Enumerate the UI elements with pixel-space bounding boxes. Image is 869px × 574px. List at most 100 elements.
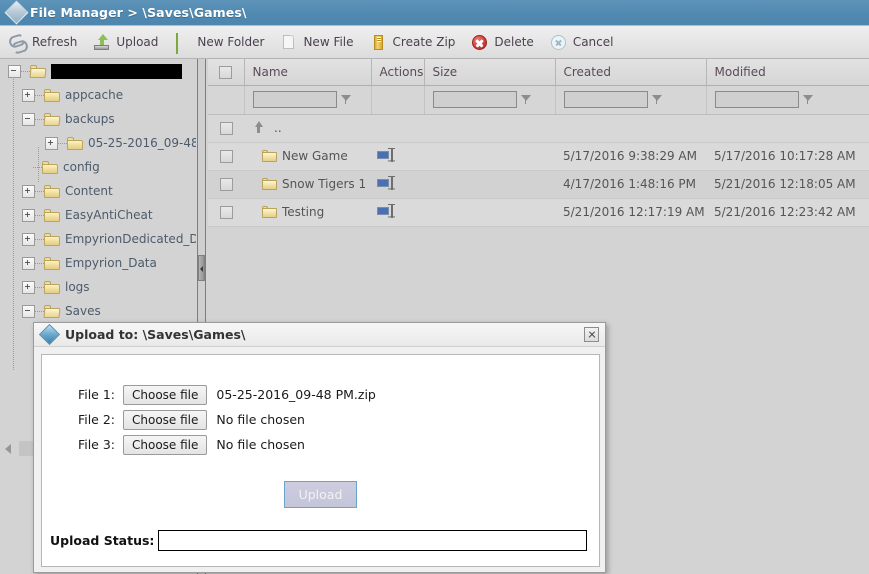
- file-3-label: File 3:: [77, 437, 115, 452]
- filter-cell-created: [555, 85, 707, 115]
- close-icon[interactable]: [584, 327, 599, 342]
- tree-dotted-connector: [35, 310, 44, 312]
- delete-label: Delete: [494, 35, 534, 49]
- upload-status-input[interactable]: [158, 530, 587, 551]
- folder-open-icon: [43, 112, 61, 126]
- column-header-modified[interactable]: Modified: [706, 59, 869, 86]
- row-checkbox[interactable]: [219, 206, 233, 219]
- new-folder-button[interactable]: New Folder: [174, 30, 264, 54]
- tree-item-content[interactable]: Content: [0, 179, 196, 203]
- row-select-cell[interactable]: [208, 142, 244, 171]
- new-folder-icon: [174, 32, 191, 54]
- tree-toggle-empyrion-data[interactable]: [22, 256, 35, 270]
- row-name-cell[interactable]: Snow Tigers 1: [244, 170, 371, 199]
- delete-button[interactable]: Delete: [471, 30, 534, 54]
- table-row[interactable]: Testing 5/21/2016 12:17:19 AM 5/21/2016 …: [208, 198, 869, 227]
- row-select-cell[interactable]: [208, 170, 244, 199]
- dialog-body: File 1: Choose file 05-25-2016_09-48 PM.…: [41, 354, 600, 567]
- row-actions-cell[interactable]: [371, 170, 424, 199]
- choose-file-button-2[interactable]: Choose file: [123, 409, 208, 430]
- row-size-cell: [424, 198, 555, 227]
- row-checkbox[interactable]: [219, 122, 233, 135]
- choose-file-button-3[interactable]: Choose file: [123, 434, 208, 455]
- tree-item-empyriondedicated-data[interactable]: EmpyrionDedicated_Data: [0, 227, 196, 251]
- upload-button[interactable]: Upload: [93, 30, 158, 54]
- row-name-cell[interactable]: Testing: [244, 198, 371, 227]
- filter-input-modified[interactable]: [714, 91, 799, 108]
- filter-funnel-icon[interactable]: [802, 94, 814, 105]
- tree-toggle-empyriondedicated-data[interactable]: [22, 232, 35, 246]
- tree-item-empyrion-data[interactable]: Empyrion_Data: [0, 251, 196, 275]
- cancel-icon: [550, 34, 567, 51]
- filter-cell-size: [424, 85, 556, 115]
- rename-icon[interactable]: [377, 147, 395, 162]
- refresh-button[interactable]: Refresh: [9, 30, 77, 54]
- tree-toggle-appcache[interactable]: [22, 88, 35, 102]
- row-name-cell[interactable]: New Game: [244, 142, 371, 171]
- table-row[interactable]: Snow Tigers 1 4/17/2016 1:48:16 PM 5/21/…: [208, 170, 869, 199]
- refresh-icon: [9, 34, 26, 51]
- tree-toggle-backups[interactable]: [22, 112, 35, 126]
- cancel-button[interactable]: Cancel: [550, 30, 613, 54]
- tree-dotted-connector: [35, 238, 44, 240]
- row-actions-cell[interactable]: [371, 142, 424, 171]
- rename-icon[interactable]: [377, 203, 395, 218]
- rename-icon[interactable]: [377, 175, 395, 190]
- row-checkbox[interactable]: [219, 150, 233, 163]
- tree-item-appcache[interactable]: appcache: [0, 83, 196, 107]
- filter-funnel-icon[interactable]: [520, 94, 532, 105]
- filter-funnel-icon[interactable]: [340, 94, 352, 105]
- tree-item-saves[interactable]: Saves: [0, 299, 196, 323]
- tree-toggle-easyanticheat[interactable]: [22, 208, 35, 222]
- scroll-left-arrow-icon[interactable]: [5, 444, 11, 454]
- tree-dotted-connector: [21, 70, 30, 72]
- parent-name-cell[interactable]: ..: [244, 114, 371, 143]
- row-checkbox[interactable]: [219, 178, 233, 191]
- column-header-size[interactable]: Size: [424, 59, 556, 86]
- column-header-actions[interactable]: Actions: [371, 59, 425, 86]
- file-3-name: No file chosen: [216, 437, 305, 452]
- column-header-name[interactable]: Name: [244, 59, 372, 86]
- parent-directory-row[interactable]: ..: [208, 114, 869, 143]
- tree-toggle-backup-dated[interactable]: [45, 136, 58, 150]
- tree-item-label: Content: [65, 184, 113, 198]
- splitter-collapse-handle[interactable]: [198, 255, 205, 281]
- filter-input-created[interactable]: [563, 91, 648, 108]
- dialog-title-bar[interactable]: Upload to: \Saves\Games\: [34, 323, 605, 347]
- filter-input-name[interactable]: [252, 91, 337, 108]
- column-header-created[interactable]: Created: [555, 59, 707, 86]
- tree-toggle-root[interactable]: [8, 64, 21, 78]
- tree-item-config[interactable]: config: [0, 155, 196, 179]
- row-created-cell: 4/17/2016 1:48:16 PM: [555, 170, 706, 199]
- app-logo-diamond-icon: [4, 0, 29, 25]
- filter-input-size[interactable]: [432, 91, 517, 108]
- choose-file-button-1[interactable]: Choose file: [123, 384, 208, 405]
- table-row[interactable]: New Game 5/17/2016 9:38:29 AM 5/17/2016 …: [208, 142, 869, 171]
- tree-item-easyanticheat[interactable]: EasyAntiCheat: [0, 203, 196, 227]
- select-all-header[interactable]: [208, 59, 245, 86]
- row-select-cell[interactable]: [208, 114, 244, 143]
- tree-toggle-logs[interactable]: [22, 280, 35, 294]
- tree-dotted-connector: [33, 166, 42, 168]
- row-actions-cell[interactable]: [371, 198, 424, 227]
- tree-toggle-saves[interactable]: [22, 304, 35, 318]
- parent-name-label: ..: [274, 121, 282, 135]
- tree-item-label: Empyrion_Data: [65, 256, 157, 270]
- file-2-label: File 2:: [77, 412, 115, 427]
- row-select-cell[interactable]: [208, 198, 244, 227]
- tree-toggle-content[interactable]: [22, 184, 35, 198]
- tree-item-logs[interactable]: logs: [0, 275, 196, 299]
- select-all-checkbox[interactable]: [219, 65, 233, 79]
- create-zip-button[interactable]: Create Zip: [370, 30, 455, 54]
- tree-item-backups[interactable]: backups: [0, 107, 196, 131]
- tree-item-root[interactable]: [0, 59, 196, 83]
- new-file-button[interactable]: New File: [280, 30, 354, 54]
- filter-funnel-icon[interactable]: [651, 94, 663, 105]
- upload-submit-button[interactable]: Upload: [284, 481, 357, 508]
- tree-item-label: EmpyrionDedicated_Data: [65, 232, 196, 246]
- new-file-label: New File: [303, 35, 354, 49]
- row-created-cell: 5/21/2016 12:17:19 AM: [555, 198, 706, 227]
- tree-item-backup-dated[interactable]: 05-25-2016_09-48 PM: [0, 131, 196, 155]
- file-row-2: File 2: Choose file No file chosen: [42, 407, 599, 432]
- filter-cell-select: [208, 85, 245, 115]
